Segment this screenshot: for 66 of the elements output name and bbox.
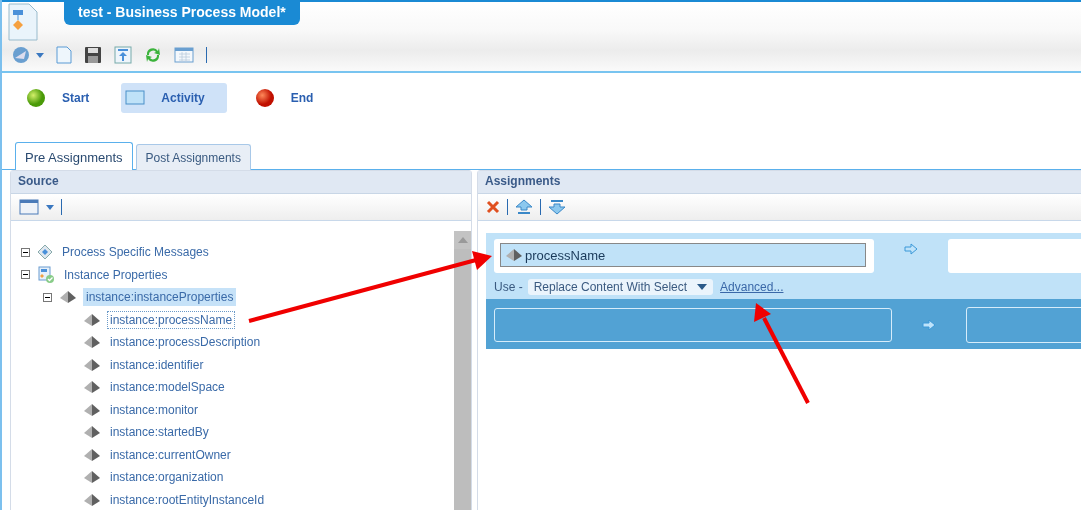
pyramid-icon	[83, 380, 101, 395]
use-label: Use -	[494, 280, 523, 294]
pyramid-icon	[83, 402, 101, 417]
scroll-up-icon[interactable]	[457, 237, 468, 243]
target-field[interactable]	[966, 307, 1081, 343]
target-field[interactable]	[948, 239, 1081, 273]
mode-dropdown[interactable]: Replace Content With Select	[527, 279, 714, 295]
scrollbar[interactable]	[454, 231, 471, 510]
tree-item[interactable]: instance:processName	[107, 310, 236, 329]
tree-item[interactable]: instance:identifier	[107, 355, 207, 374]
calendar-icon[interactable]	[174, 47, 194, 63]
collapse-toggle[interactable]	[21, 247, 31, 257]
palette-item[interactable]: Start	[22, 83, 98, 113]
diamond-icon	[37, 244, 53, 261]
advanced-link[interactable]: Advanced...	[720, 280, 784, 294]
save-icon[interactable]	[84, 46, 102, 64]
palette-item[interactable]: End	[250, 83, 322, 113]
collapse-toggle[interactable]	[43, 292, 53, 302]
process-document-icon	[6, 2, 40, 42]
caret-icon[interactable]	[36, 52, 44, 58]
tree-item[interactable]: instance:instanceProperties	[83, 288, 237, 307]
tree-item[interactable]: instance:processDescription	[107, 333, 264, 352]
end-circle-icon	[254, 88, 275, 108]
pyramid-icon	[83, 425, 101, 440]
globe-icon[interactable]	[12, 46, 30, 64]
pyramid-icon	[83, 492, 101, 507]
collapse-toggle[interactable]	[21, 270, 31, 280]
pyramid-icon	[83, 312, 101, 327]
start-circle-icon	[26, 88, 46, 108]
properties-icon	[37, 265, 55, 284]
pyramid-icon	[505, 248, 523, 262]
source-field[interactable]	[494, 308, 892, 342]
pyramid-icon	[83, 470, 101, 485]
tree-item[interactable]: Instance Properties	[61, 265, 171, 284]
pyramid-icon	[83, 447, 101, 462]
assignment-row[interactable]	[486, 299, 1081, 349]
assignment-row[interactable]: processName Use - Replace Content With Select Advanced...	[486, 233, 1081, 299]
caret-icon[interactable]	[46, 204, 54, 210]
activity-box-icon	[125, 90, 146, 106]
refresh-icon[interactable]	[144, 46, 162, 64]
delete-icon[interactable]	[486, 200, 500, 214]
panel-header: Source	[11, 171, 471, 194]
caret-icon	[697, 284, 708, 290]
arrow-right-icon	[904, 243, 918, 255]
tree-item[interactable]: instance:startedBy	[107, 423, 212, 442]
move-down-icon[interactable]	[548, 199, 566, 215]
window-icon[interactable]	[19, 199, 39, 215]
pyramid-icon	[59, 290, 77, 305]
source-value: processName	[525, 247, 606, 263]
tree-item[interactable]: instance:currentOwner	[107, 445, 234, 464]
move-up-icon[interactable]	[515, 199, 533, 215]
window-title: test - Business Process Model*	[64, 0, 300, 25]
palette-item[interactable]: Activity	[121, 83, 227, 113]
tab[interactable]: Post Assignments	[135, 144, 251, 171]
pyramid-icon	[83, 357, 101, 372]
new-document-icon[interactable]	[56, 46, 72, 64]
tree-item[interactable]: instance:monitor	[107, 400, 202, 419]
tree-item[interactable]: instance:organization	[107, 468, 227, 487]
panel-header: Assignments	[478, 171, 1081, 194]
upload-icon[interactable]	[114, 46, 132, 64]
arrow-right-icon	[922, 319, 936, 331]
source-field[interactable]: processName	[494, 239, 874, 273]
pyramid-icon	[83, 335, 101, 350]
tree-item[interactable]: instance:modelSpace	[107, 378, 228, 397]
tree-item[interactable]: instance:rootEntityInstanceId	[107, 490, 268, 509]
tree-item[interactable]: Process Specific Messages	[59, 243, 212, 262]
